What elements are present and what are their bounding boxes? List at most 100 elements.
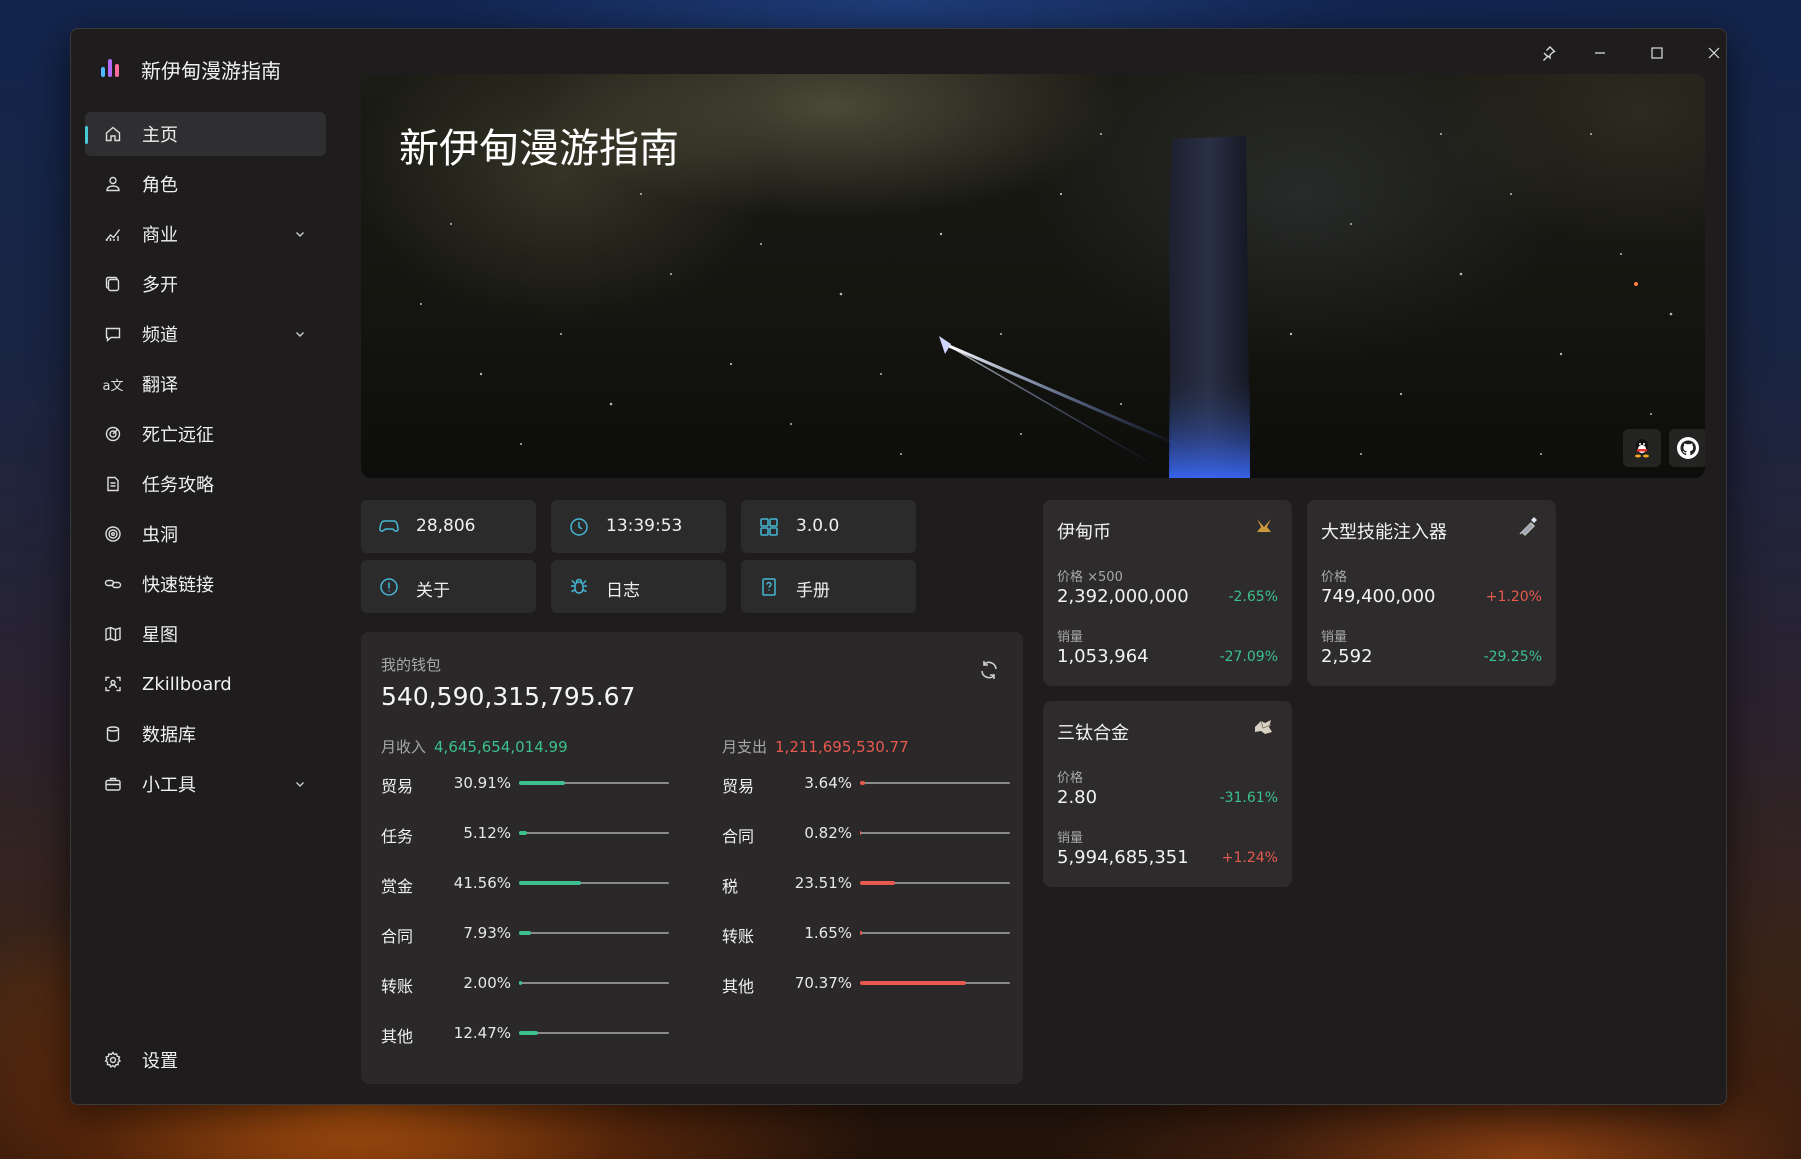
price-change: +1.20% — [1485, 589, 1542, 605]
breakdown-percent: 1.65% — [804, 924, 852, 942]
progress-bar — [860, 931, 1010, 935]
refresh-button[interactable] — [977, 658, 1001, 682]
breakdown-label: 赏金 — [381, 877, 414, 896]
radar-icon — [102, 423, 124, 445]
document-icon — [102, 473, 124, 495]
income-label: 月收入 — [381, 738, 427, 756]
log-tile[interactable]: 日志 — [551, 560, 726, 613]
monthly-expense: 月支出 1,211,695,530.77 — [722, 736, 909, 757]
hero-banner: 新伊甸漫游指南 — [361, 74, 1705, 478]
server-time-tile[interactable]: 13:39:53 — [551, 500, 726, 553]
manual-label: 手册 — [796, 581, 830, 601]
nav-item-tools[interactable]: 小工具 — [85, 762, 326, 806]
nav-label: 虫洞 — [142, 525, 178, 546]
volume-change: -29.25% — [1483, 649, 1542, 665]
breakdown-percent: 12.47% — [453, 1024, 511, 1042]
version-number: 3.0.0 — [796, 516, 840, 536]
volume-value: 2,592 — [1321, 646, 1373, 667]
qq-icon — [1632, 437, 1652, 459]
injector-icon — [1516, 514, 1540, 538]
wallet-total: 540,590,315,795.67 — [381, 682, 636, 711]
about-label: 关于 — [416, 581, 450, 601]
nav-label: 快速链接 — [142, 575, 214, 596]
online-players-tile[interactable]: 28,806 — [361, 500, 536, 553]
breakdown-percent: 70.37% — [794, 974, 852, 992]
breakdown-label: 税 — [722, 877, 739, 896]
nav-item-quick-links[interactable]: 快速链接 — [85, 562, 326, 606]
nav-label: 翻译 — [142, 375, 178, 396]
nav-item-character[interactable]: 角色 — [85, 162, 326, 206]
nav-item-mission-guide[interactable]: 任务攻略 — [85, 462, 326, 506]
price-label: 价格 — [1321, 570, 1348, 585]
chevron-down-icon — [294, 328, 306, 340]
income-value: 4,645,654,014.99 — [434, 738, 568, 756]
chevron-down-icon — [294, 778, 306, 790]
breakdown-label: 其他 — [722, 977, 755, 996]
nav-item-wormhole[interactable]: 虫洞 — [85, 512, 326, 556]
refresh-icon — [977, 658, 1001, 682]
progress-fill — [519, 981, 522, 985]
nav-item-death-expedition[interactable]: 死亡远征 — [85, 412, 326, 456]
github-button[interactable] — [1669, 429, 1705, 467]
volume-change: -27.09% — [1219, 649, 1278, 665]
price-value: 2,392,000,000 — [1057, 586, 1189, 607]
github-icon — [1676, 436, 1700, 460]
nav-item-translate[interactable]: a文 翻译 — [85, 362, 326, 406]
maximize-icon — [1651, 47, 1663, 59]
gear-icon — [102, 1049, 124, 1071]
progress-bar — [519, 981, 669, 985]
chevron-down-icon — [294, 228, 306, 240]
breakdown-label: 贸易 — [722, 777, 755, 796]
breakdown-label: 其他 — [381, 1027, 414, 1046]
breakdown-percent: 2.00% — [463, 974, 511, 992]
progress-bar — [519, 881, 669, 885]
app-logo-icon — [101, 59, 121, 77]
breakdown-percent: 41.56% — [453, 874, 511, 892]
progress-fill — [860, 831, 862, 835]
nav-item-channels[interactable]: 频道 — [85, 312, 326, 356]
market-card-plex[interactable]: 伊甸币 价格 ×500 2,392,000,000 -2.65% 销量 1,05… — [1043, 500, 1292, 686]
item-name: 伊甸币 — [1057, 522, 1111, 543]
breakdown-row: 其他 12.47% — [381, 1021, 671, 1046]
breakdown-percent: 23.51% — [794, 874, 852, 892]
progress-fill — [519, 931, 531, 935]
nav-item-business[interactable]: 商业 — [85, 212, 326, 256]
market-card-tritanium[interactable]: 三钛合金 价格 2.80 -31.61% 销量 5,994,685,351 +1… — [1043, 701, 1292, 887]
wormhole-icon — [102, 523, 124, 545]
price-label: 价格 ×500 — [1057, 570, 1123, 585]
nav-item-settings[interactable]: 设置 — [85, 1038, 326, 1082]
minimize-button[interactable] — [1577, 39, 1623, 67]
breakdown-label: 任务 — [381, 827, 414, 846]
market-card-skill-injector[interactable]: 大型技能注入器 价格 749,400,000 +1.20% 销量 2,592 -… — [1307, 500, 1556, 686]
progress-bar — [860, 831, 1010, 835]
nav-item-home[interactable]: 主页 — [85, 112, 326, 156]
price-value: 749,400,000 — [1321, 586, 1436, 607]
progress-fill — [860, 931, 863, 935]
nav-item-database[interactable]: 数据库 — [85, 712, 326, 756]
version-tile[interactable]: 3.0.0 — [741, 500, 916, 553]
nav-label: 频道 — [142, 325, 178, 346]
about-tile[interactable]: 关于 — [361, 560, 536, 613]
manual-icon — [757, 575, 781, 599]
close-button[interactable] — [1691, 39, 1726, 67]
volume-value: 5,994,685,351 — [1057, 847, 1189, 868]
copy-icon — [102, 273, 124, 295]
pin-button[interactable] — [1525, 39, 1571, 67]
nav-item-multi-open[interactable]: 多开 — [85, 262, 326, 306]
pin-icon — [1540, 45, 1556, 61]
price-value: 2.80 — [1057, 787, 1098, 808]
expense-label: 月支出 — [722, 738, 768, 756]
breakdown-row: 贸易 30.91% — [381, 771, 671, 796]
progress-fill — [860, 981, 966, 985]
manual-tile[interactable]: 手册 — [741, 560, 916, 613]
breakdown-percent: 7.93% — [463, 924, 511, 942]
qq-button[interactable] — [1623, 429, 1661, 467]
maximize-button[interactable] — [1634, 39, 1680, 67]
nav-label: 主页 — [142, 125, 178, 146]
progress-bar — [860, 881, 1010, 885]
nav-item-zkillboard[interactable]: Zkillboard — [85, 662, 326, 706]
nav-item-star-map[interactable]: 星图 — [85, 612, 326, 656]
hero-title: 新伊甸漫游指南 — [399, 126, 679, 172]
person-icon — [102, 173, 124, 195]
item-name: 大型技能注入器 — [1321, 522, 1447, 543]
